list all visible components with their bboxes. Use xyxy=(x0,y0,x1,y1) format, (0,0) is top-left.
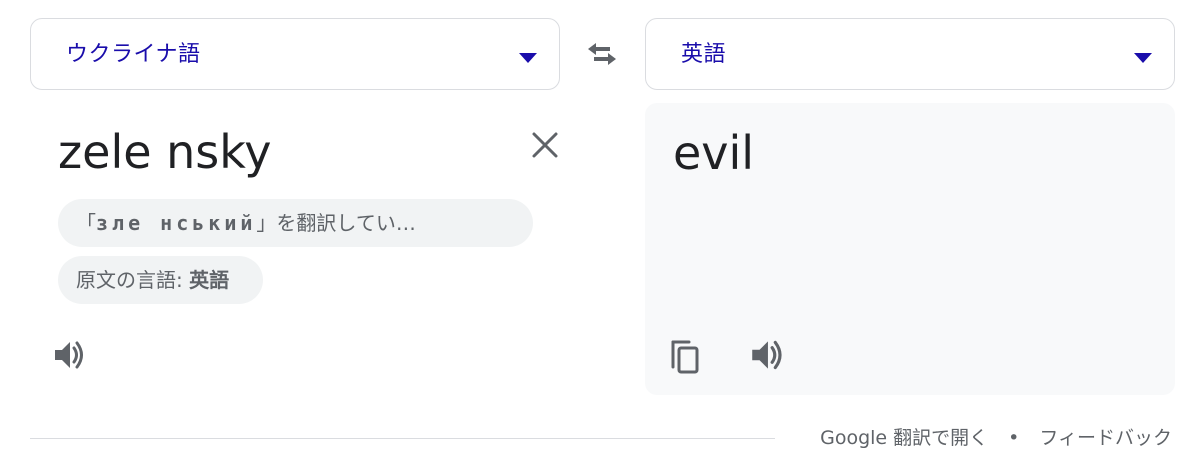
source-listen-button[interactable] xyxy=(50,334,92,376)
copy-translation-button[interactable] xyxy=(663,333,707,377)
feedback-link[interactable]: フィードバック xyxy=(1039,427,1172,449)
footer-links: Google 翻訳で開く • フィードバック xyxy=(820,424,1172,452)
caret-down-icon xyxy=(519,53,537,63)
speaker-icon xyxy=(752,340,782,370)
result-listen-button[interactable] xyxy=(747,333,791,377)
detected-language-prefix: 原文の言語: xyxy=(76,268,190,292)
footer-divider xyxy=(30,438,775,439)
clear-text-button[interactable] xyxy=(528,128,562,162)
chip-cyrillic-text: зле нський xyxy=(96,211,257,235)
translation-result-text: evil xyxy=(673,126,755,180)
detected-language-name: 英語 xyxy=(189,268,230,292)
caret-down-icon xyxy=(1134,53,1152,63)
source-language-select[interactable]: ウクライナ語 xyxy=(30,18,560,90)
open-in-google-translate-link[interactable]: Google 翻訳で開く xyxy=(820,427,988,449)
swap-arrows-icon xyxy=(588,43,616,65)
copy-icon xyxy=(671,340,699,374)
target-language-select[interactable]: 英語 xyxy=(645,18,1175,90)
footer-separator: • xyxy=(1008,427,1020,449)
detected-language-chip[interactable]: 原文の言語: 英語 xyxy=(58,256,263,304)
translating-suggestion-chip[interactable]: 「зле нський」を翻訳してい… xyxy=(58,199,533,247)
source-language-label: ウクライナ語 xyxy=(66,42,201,67)
chip-open-quote: 「 xyxy=(76,211,96,235)
chip-close-quote: 」 xyxy=(256,211,277,235)
speaker-icon xyxy=(55,341,83,369)
chip-suffix: を翻訳してい… xyxy=(276,211,416,235)
translation-result-panel: evil xyxy=(645,103,1175,395)
source-text-input[interactable]: zele nsky xyxy=(58,122,272,182)
swap-languages-button[interactable] xyxy=(578,34,626,74)
close-icon xyxy=(532,132,558,158)
target-language-label: 英語 xyxy=(681,42,727,67)
